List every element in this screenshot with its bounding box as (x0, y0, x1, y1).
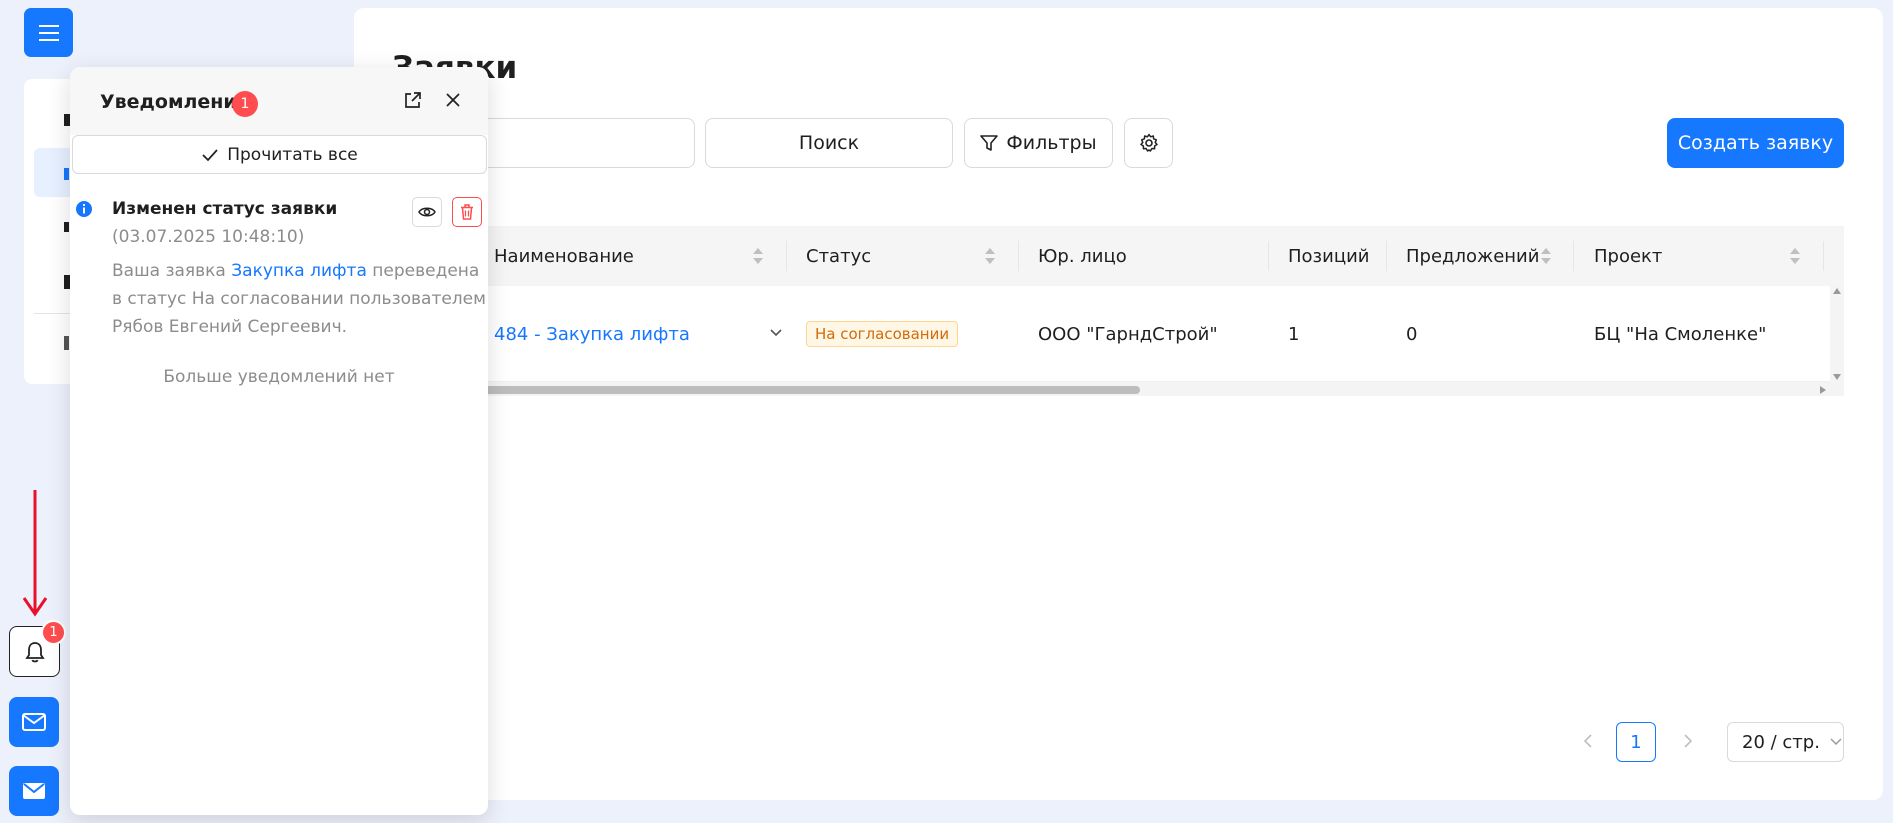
bell-icon (24, 641, 45, 662)
arrow-down-annotation (22, 490, 48, 617)
column-separator (1018, 241, 1019, 271)
pagination-page[interactable]: 1 (1616, 722, 1656, 762)
legal-entity-cell: ООО "ГарндСтрой" (1038, 323, 1218, 345)
sort-icon[interactable] (1540, 246, 1552, 266)
create-request-label: Создать заявку (1677, 132, 1834, 154)
search-button[interactable]: Поиск (705, 118, 953, 168)
mail-icon (22, 713, 46, 731)
gear-icon (1139, 133, 1158, 152)
status-cell: На согласовании (806, 286, 959, 382)
read-all-button[interactable]: Прочитать все (72, 135, 487, 174)
mail-filled-icon (23, 783, 45, 799)
column-header-name[interactable]: Наименование (494, 226, 634, 286)
open-external-icon[interactable] (403, 91, 422, 110)
eye-icon (418, 207, 436, 217)
notification-title: Изменен статус заявки (112, 199, 338, 219)
notification-body-prefix: Ваша заявка (112, 261, 232, 281)
column-separator (786, 241, 787, 271)
page-size-value: 20 / стр. (1742, 731, 1820, 753)
sort-icon[interactable] (984, 246, 996, 266)
table-row[interactable]: 484 - Закупка лифта На согласовании ООО … (440, 286, 1844, 382)
table-settings-button[interactable] (1124, 118, 1173, 168)
column-separator (1386, 241, 1387, 271)
notifications-count-badge: 1 (232, 91, 258, 117)
notification-request-link[interactable]: Закупка лифта (231, 261, 367, 281)
filters-button-label: Фильтры (1006, 132, 1097, 154)
scroll-up-icon[interactable] (1833, 288, 1841, 294)
notifications-panel: Уведомления 1 Прочитать все Изменен стат… (70, 67, 488, 815)
column-header-offers[interactable]: Предложений (1406, 226, 1539, 286)
table-header: Наименование Статус Юр. лицо Позиций Пре… (440, 226, 1844, 286)
mail-button[interactable] (9, 766, 59, 816)
read-all-label: Прочитать все (227, 144, 358, 165)
positions-cell: 1 (1288, 323, 1300, 345)
chevron-down-icon (1830, 738, 1842, 746)
create-request-button[interactable]: Создать заявку (1667, 118, 1844, 168)
column-header-project[interactable]: Проект (1594, 226, 1662, 286)
sort-icon[interactable] (1789, 246, 1801, 266)
status-badge: На согласовании (806, 321, 959, 347)
notifications-badge: 1 (41, 620, 66, 645)
scroll-right-icon[interactable] (1820, 386, 1826, 394)
no-more-notifications: Больше уведомлений нет (163, 367, 395, 387)
chevron-down-icon[interactable] (770, 329, 782, 337)
notifications-header: Уведомления 1 (70, 67, 488, 135)
menu-button[interactable] (24, 8, 73, 57)
requests-table: Наименование Статус Юр. лицо Позиций Пре… (440, 226, 1844, 396)
column-header-legal-entity[interactable]: Юр. лицо (1038, 226, 1127, 286)
pagination-next[interactable] (1672, 722, 1704, 760)
column-separator (1268, 241, 1269, 271)
check-icon (202, 148, 218, 161)
hamburger-icon (38, 24, 59, 41)
delete-notification-button[interactable] (452, 197, 482, 227)
chevron-left-icon (1584, 734, 1592, 748)
vertical-scrollbar[interactable] (1830, 286, 1844, 382)
messages-button[interactable] (9, 697, 59, 747)
notification-date: (03.07.2025 10:48:10) (112, 227, 305, 247)
search-button-label: Поиск (798, 132, 860, 154)
scroll-down-icon[interactable] (1833, 374, 1841, 380)
pagination-prev[interactable] (1572, 722, 1604, 760)
offers-cell: 0 (1406, 323, 1418, 345)
notifications-title: Уведомления (100, 91, 249, 113)
scrollbar-thumb[interactable] (440, 386, 1140, 394)
filter-icon (980, 135, 999, 151)
column-header-status[interactable]: Статус (806, 226, 871, 286)
sidebar-item-icon[interactable] (64, 336, 69, 350)
filters-button[interactable]: Фильтры (964, 118, 1113, 168)
close-icon[interactable] (444, 91, 462, 109)
notification-body: Ваша заявка Закупка лифта переведена в с… (112, 257, 487, 341)
page-size-select[interactable]: 20 / стр. (1727, 722, 1844, 762)
project-cell: БЦ "На Смоленке" (1594, 323, 1767, 345)
column-separator (1573, 241, 1574, 271)
sort-icon[interactable] (752, 246, 764, 266)
chevron-right-icon (1684, 734, 1692, 748)
sidebar-item-icon[interactable] (64, 222, 69, 232)
info-icon (76, 201, 92, 217)
sidebar-requests-icon[interactable] (64, 168, 69, 180)
request-name-link[interactable]: 484 - Закупка лифта (494, 286, 690, 382)
trash-icon (461, 204, 473, 220)
horizontal-scrollbar[interactable] (440, 382, 1844, 396)
column-separator (1823, 241, 1824, 271)
view-notification-button[interactable] (412, 197, 442, 227)
column-header-positions[interactable]: Позиций (1288, 226, 1369, 286)
